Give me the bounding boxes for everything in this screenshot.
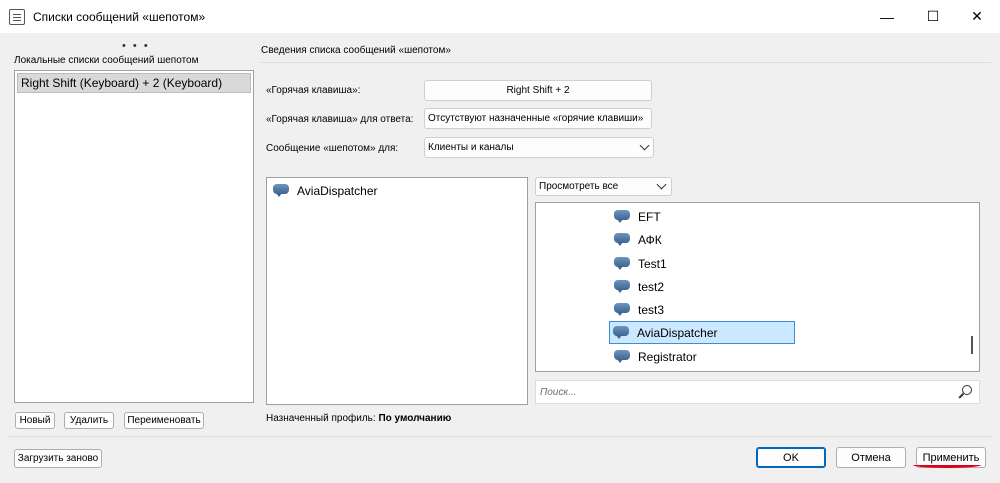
search-placeholder: Поиск... — [540, 386, 577, 398]
chat-bubble-icon — [273, 184, 289, 197]
view-filter-value: Просмотреть все — [539, 181, 619, 192]
chat-bubble-icon — [614, 280, 630, 293]
list-item[interactable]: Right Shift (Keyboard) + 2 (Keyboard) — [17, 73, 251, 93]
tree-item-selected[interactable]: AviaDispatcher — [609, 321, 795, 344]
recipients-list[interactable]: AviaDispatcher — [266, 177, 528, 405]
footer-divider — [8, 436, 992, 437]
chat-bubble-icon — [614, 303, 630, 316]
details-header: Сведения списка сообщений «шепотом» — [261, 45, 451, 56]
tree-item[interactable]: АФК — [611, 228, 797, 251]
recipient-name: AviaDispatcher — [297, 183, 378, 198]
chevron-down-icon — [656, 179, 667, 190]
minimize-button[interactable]: — — [864, 0, 910, 33]
details-divider — [261, 62, 991, 63]
tree-item-label: АФК — [638, 232, 662, 247]
local-lists-listbox[interactable]: Right Shift (Keyboard) + 2 (Keyboard) — [14, 70, 254, 403]
profile-label: Назначенный профиль: — [266, 413, 376, 424]
cancel-button[interactable]: Отмена — [836, 447, 906, 468]
hotkey-field[interactable]: Right Shift + 2 — [424, 80, 652, 101]
reply-hotkey-field[interactable]: Отсутствуют назначенные «горячие клавиши… — [424, 108, 652, 129]
local-lists-label: Локальные списки сообщений шепотом — [14, 55, 199, 66]
tree-item[interactable]: Registrator — [611, 345, 797, 368]
view-filter-select[interactable]: Просмотреть все — [535, 177, 672, 196]
ok-button[interactable]: OK — [756, 447, 826, 468]
tree-item-label: test3 — [638, 302, 665, 317]
reload-button[interactable]: Загрузить заново — [14, 449, 102, 468]
app-icon — [9, 8, 25, 25]
new-button[interactable]: Новый — [15, 412, 55, 429]
whisper-for-value: Клиенты и каналы — [428, 142, 514, 153]
assigned-profile: Назначенный профиль: По умолчанию — [266, 413, 451, 424]
tree-item[interactable]: EFT — [611, 205, 797, 228]
rename-button[interactable]: Переименовать — [124, 412, 204, 429]
tree-item-label: EFT — [638, 209, 661, 224]
whisper-for-label: Сообщение «шепотом» для: — [266, 143, 399, 154]
chat-bubble-icon — [614, 233, 630, 246]
profile-value: По умолчанию — [378, 413, 452, 424]
chat-bubble-icon — [614, 350, 630, 363]
tree-item-label: Registrator — [638, 349, 697, 364]
channel-tree[interactable]: EFT АФК Test1 test2 test3 AviaDispatcher… — [535, 202, 980, 372]
maximize-button[interactable]: ☐ — [910, 0, 956, 33]
reply-hotkey-label: «Горячая клавиша» для ответа: — [266, 114, 414, 125]
search-field[interactable]: Поиск... — [535, 380, 980, 404]
tree-item-label: AviaDispatcher — [637, 325, 718, 340]
tree-item-label: Test1 — [638, 256, 667, 271]
whisper-for-select[interactable]: Клиенты и каналы — [424, 137, 654, 158]
window-title: Списки сообщений «шепотом» — [33, 9, 206, 24]
close-button[interactable]: ✕ — [954, 0, 1000, 33]
annotation-underline — [913, 462, 981, 468]
chat-bubble-icon — [614, 257, 630, 270]
list-item[interactable]: AviaDispatcher — [273, 179, 527, 202]
splitter-grip[interactable]: • • • — [122, 40, 150, 52]
scrollbar-thumb[interactable] — [971, 336, 973, 354]
tree-item[interactable]: test3 — [611, 298, 797, 321]
tree-item-label: test2 — [638, 279, 665, 294]
hotkey-label: «Горячая клавиша»: — [266, 85, 361, 96]
tree-item[interactable]: Test1 — [611, 252, 797, 275]
title-bar: Списки сообщений «шепотом» — ☐ ✕ — [0, 0, 1000, 33]
chevron-down-icon — [639, 140, 650, 151]
chat-bubble-icon — [614, 210, 630, 223]
delete-button[interactable]: Удалить — [64, 412, 114, 429]
chat-bubble-icon — [613, 326, 629, 339]
tree-item[interactable]: test2 — [611, 275, 797, 298]
search-icon[interactable] — [958, 385, 972, 399]
